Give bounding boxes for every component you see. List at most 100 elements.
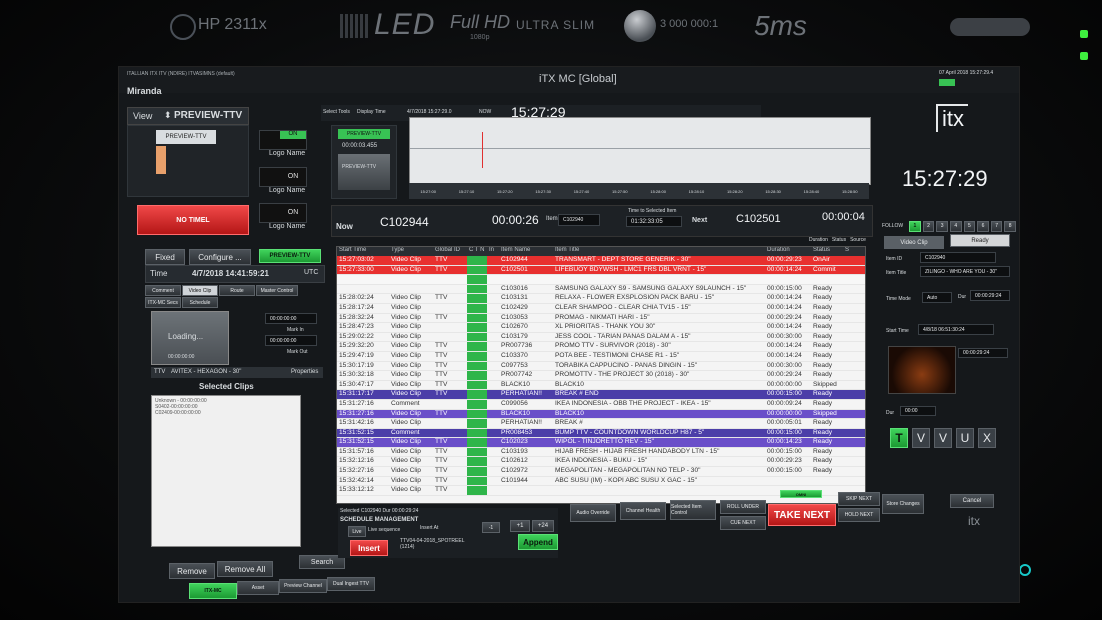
col-duration[interactable]: Duration	[765, 247, 811, 256]
table-row[interactable]: 15:27:03:02 Video Clip TTV C102944 TRANSMART…	[337, 256, 865, 266]
playlist-table[interactable]: Start Time Type Global ID C T N In Item …	[336, 246, 866, 504]
plus-one-button[interactable]: +1	[510, 520, 530, 532]
selected-item-control-button[interactable]: Selected Item Control	[670, 500, 716, 520]
col-start-time[interactable]: Start Time	[337, 247, 389, 256]
table-row[interactable]: C103016 SAMSUNG GALAXY S9 - SAMSUNG GALAX…	[337, 284, 865, 295]
table-row[interactable]: 15:31:27:16 Comment C099056 IKEA INDONESIA …	[337, 399, 865, 410]
fixed-button[interactable]: Fixed	[145, 249, 185, 265]
table-row[interactable]: 15:30:32:18 Video Clip TTV PR007742 PROMOTTV…	[337, 371, 865, 381]
channel-5-button[interactable]: 5	[963, 220, 976, 232]
col-item-name[interactable]: Item Name	[499, 247, 553, 256]
table-row[interactable]	[337, 275, 865, 285]
mark-in-button[interactable]: Mark In	[287, 327, 304, 333]
table-row[interactable]: 15:27:33:00 Video Clip TTV C102501 LIFEBUOY …	[337, 265, 865, 276]
tee-icon[interactable]: T	[890, 428, 908, 448]
tab-route[interactable]: Route	[219, 285, 255, 296]
table-row[interactable]: 15:28:32:24 Video Clip TTV C103053 PROMAG - …	[337, 313, 865, 324]
start-time-field[interactable]: 4/8/18 06:51:30:24	[918, 324, 994, 335]
list-item[interactable]: C02409-00:00:00:00	[155, 410, 201, 416]
view-selector[interactable]: View ⬍ PREVIEW-TTV	[127, 107, 249, 125]
channel-6-button[interactable]: 6	[977, 220, 989, 232]
table-row[interactable]: 15:28:02:24 Video Clip TTV C103131 RELAXA - …	[337, 294, 865, 304]
col-item-title[interactable]: Item Title	[553, 247, 765, 256]
logo-slot-3[interactable]: ON	[259, 203, 307, 223]
cue-next-button[interactable]: CUE NEXT	[720, 516, 766, 530]
logo-slot-1[interactable]: ON	[259, 130, 307, 150]
tab-master-control[interactable]: Master Control	[256, 285, 298, 296]
table-row[interactable]: 15:30:47:17 Video Clip TTV BLACK10 BLACK10 00…	[337, 380, 865, 391]
time-mode-field[interactable]: Auto	[922, 292, 952, 303]
live-button[interactable]: Live	[348, 526, 366, 537]
col-type[interactable]: Type	[389, 247, 433, 256]
item-title-field[interactable]: ZILINGO - WHO ARE YOU - 30"	[920, 266, 1010, 277]
bottom-tab-asset[interactable]: Asset	[237, 581, 279, 595]
table-row[interactable]: 15:29:02:22 Video Clip C103179 JESS COOL - …	[337, 332, 865, 343]
tc-field-2[interactable]: 00:00:00:00	[265, 335, 317, 346]
properties-button[interactable]: Properties	[291, 369, 318, 375]
remove-button[interactable]: Remove	[169, 563, 215, 579]
col-in[interactable]: In	[487, 247, 499, 256]
tab-schedule[interactable]: Schedule	[182, 297, 218, 308]
clip-name-row[interactable]: TTV AVITEX - HEXAGON - 30" Properties	[151, 367, 323, 378]
preview-ttv-tab[interactable]: PREVIEW-TTV	[259, 249, 321, 263]
tab-comment[interactable]: Comment	[145, 285, 181, 296]
no-timeline-button[interactable]: NO TIMEL	[137, 205, 249, 235]
v-slash-icon[interactable]: V	[934, 428, 952, 448]
table-row[interactable]: 15:30:17:19 Video Clip TTV C097753 TORABIKA …	[337, 361, 865, 372]
display-time[interactable]: Display Time	[357, 109, 386, 115]
v-icon[interactable]: V	[912, 428, 930, 448]
waveform-display[interactable]	[409, 117, 871, 185]
table-row[interactable]: 15:28:47:23 Video Clip C102670 XL PRIORITAS…	[337, 323, 865, 333]
plus-24-button[interactable]: +24	[532, 520, 554, 532]
table-row[interactable]: 15:32:27:16 Video Clip TTV C102972 MEGAPOLIT…	[337, 467, 865, 477]
hold-next-button[interactable]: HOLD NEXT	[838, 508, 880, 522]
dur-field[interactable]: 00:00:29:24	[970, 290, 1010, 301]
schedule-file[interactable]: TTV04-04-2018_SPOTREEL (1214)	[400, 538, 480, 550]
roll-under-button[interactable]: ROLL UNDER	[720, 500, 766, 514]
table-row[interactable]: 15:31:52:15 Video Clip TTV C102023 WIPOL - T…	[337, 438, 865, 448]
table-row[interactable]: 15:31:52:15 Comment PR008453 BUMP TTV - COU…	[337, 428, 865, 439]
playhead[interactable]	[482, 132, 483, 168]
mark-out-button[interactable]: Mark Out	[287, 349, 308, 355]
col-status[interactable]: Status	[811, 247, 843, 256]
table-row[interactable]: 15:29:32:20 Video Clip TTV PR007736 PROMO TT…	[337, 342, 865, 352]
table-row[interactable]: 15:31:17:17 Video Clip TTV PERHATIAN!! BREAK…	[337, 390, 865, 400]
time-value[interactable]: 4/7/2018 14:41:59:21	[192, 269, 269, 278]
timeline-ruler[interactable]: 15:27:00 15:27:10 15:27:20 15:27:30 15:2…	[409, 183, 869, 199]
table-row[interactable]: 15:32:42:14 Video Clip TTV C101944 ABC SUSU …	[337, 476, 865, 487]
item-id-field[interactable]: C102940	[920, 252, 996, 263]
u-icon[interactable]: U	[956, 428, 974, 448]
col-ctn[interactable]: C T N	[467, 247, 487, 256]
channel-8-button[interactable]: 8	[1004, 220, 1016, 232]
bottom-tab-preview-channel[interactable]: Preview Channel	[279, 579, 327, 593]
video-clip-tab[interactable]: Video Clip	[884, 236, 944, 249]
remove-all-button[interactable]: Remove All	[217, 561, 273, 577]
power-icon[interactable]	[1019, 564, 1031, 576]
table-row[interactable]: 15:32:12:16 Video Clip TTV C102612 IKEA INDO…	[337, 457, 865, 468]
logo-slot-2[interactable]: ON	[259, 167, 307, 187]
tc-field-1[interactable]: 00:00:00:00	[265, 313, 317, 324]
now-button[interactable]: NOW	[479, 109, 491, 115]
tab-itx-mc-secs[interactable]: ITX-MC Secs	[145, 297, 181, 308]
cancel-button[interactable]: Cancel	[950, 494, 994, 508]
skip-next-button[interactable]: SKIP NEXT	[838, 492, 880, 506]
append-button[interactable]: Append	[518, 534, 558, 550]
configure-button[interactable]: Configure ...	[189, 249, 251, 265]
bottom-tab-dual-ingest[interactable]: Dual Ingest TTV	[327, 577, 375, 591]
channel-2-button[interactable]: 2	[922, 220, 935, 232]
take-next-button[interactable]: TAKE NEXT	[768, 504, 836, 526]
store-changes-button[interactable]: Store Changes	[882, 494, 924, 514]
channel-1-button[interactable]: 1	[909, 220, 921, 232]
table-row[interactable]: 15:31:57:16 Video Clip TTV C103193 HIJAB FRE…	[337, 447, 865, 458]
table-row[interactable]: 15:31:42:16 Video Clip PERHATIAN!! BREAK # 0…	[337, 419, 865, 429]
col-s[interactable]: S	[843, 247, 857, 256]
channel-health-button[interactable]: Channel Health	[620, 502, 666, 520]
table-row[interactable]: 15:31:27:16 Video Clip TTV BLACK10 BLACK10 00…	[337, 409, 865, 420]
cross-icon[interactable]: X	[978, 428, 996, 448]
audio-override-button[interactable]: Audio Override	[570, 504, 616, 522]
select-tools[interactable]: Select Tools	[323, 109, 350, 115]
table-row[interactable]: 15:28:17:24 Video Clip C102429 CLEAR SHAMPO…	[337, 303, 865, 314]
minus-one-button[interactable]: -1	[482, 522, 500, 533]
preview-channel-tab[interactable]: PREVIEW-TTV	[156, 130, 216, 144]
bottom-tab-itx-mc[interactable]: ITX-MC	[189, 583, 237, 599]
